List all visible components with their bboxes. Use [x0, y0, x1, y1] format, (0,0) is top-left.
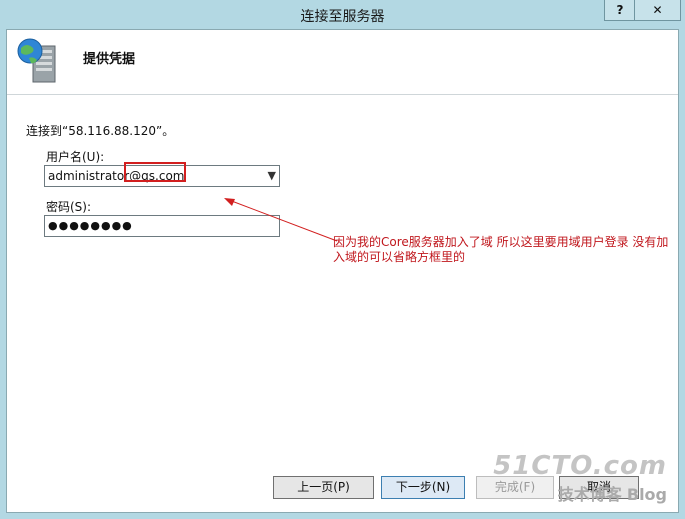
close-button[interactable]: ✕	[634, 0, 681, 21]
watermark: 51CTO.com 技术博客 Blog	[493, 451, 667, 505]
dialog-header: 提供凭据	[7, 30, 678, 95]
dialog-client: 提供凭据 连接到“58.116.88.120”。 用户名(U): adminis…	[6, 29, 679, 513]
domain-highlight-box	[124, 162, 186, 182]
window-title: 连接至服务器	[300, 9, 385, 25]
password-label: 密码(S):	[46, 200, 92, 214]
title-bar: 连接至服务器 ? ✕	[0, 0, 685, 29]
password-value: ●●●●●●●●	[48, 219, 133, 232]
page-title: 提供凭据	[83, 52, 136, 67]
dialog-content: 连接到“58.116.88.120”。 用户名(U): administrato…	[7, 95, 678, 470]
annotation-note: 因为我的Core服务器加入了域 所以这里要用域用户登录 没有加入域的可以省略方框…	[333, 235, 669, 264]
help-button[interactable]: ?	[604, 0, 636, 21]
dialog-window: 连接至服务器 ? ✕ 提供凭据 连接到“58.116.88.120”。 用户名(…	[0, 0, 685, 519]
server-globe-icon	[15, 36, 61, 86]
next-button[interactable]: 下一步(N)	[381, 476, 465, 499]
watermark-blog: Blog	[626, 485, 667, 504]
connect-target-text: 连接到“58.116.88.120”。	[26, 124, 175, 138]
back-button[interactable]: 上一页(P)	[273, 476, 374, 499]
chevron-down-icon[interactable]: ▼	[268, 169, 276, 182]
watermark-site: 51CTO.com	[493, 451, 667, 481]
username-label: 用户名(U):	[46, 150, 105, 164]
watermark-subtitle: 技术博客	[557, 485, 622, 504]
annotation-arrow	[224, 198, 338, 242]
